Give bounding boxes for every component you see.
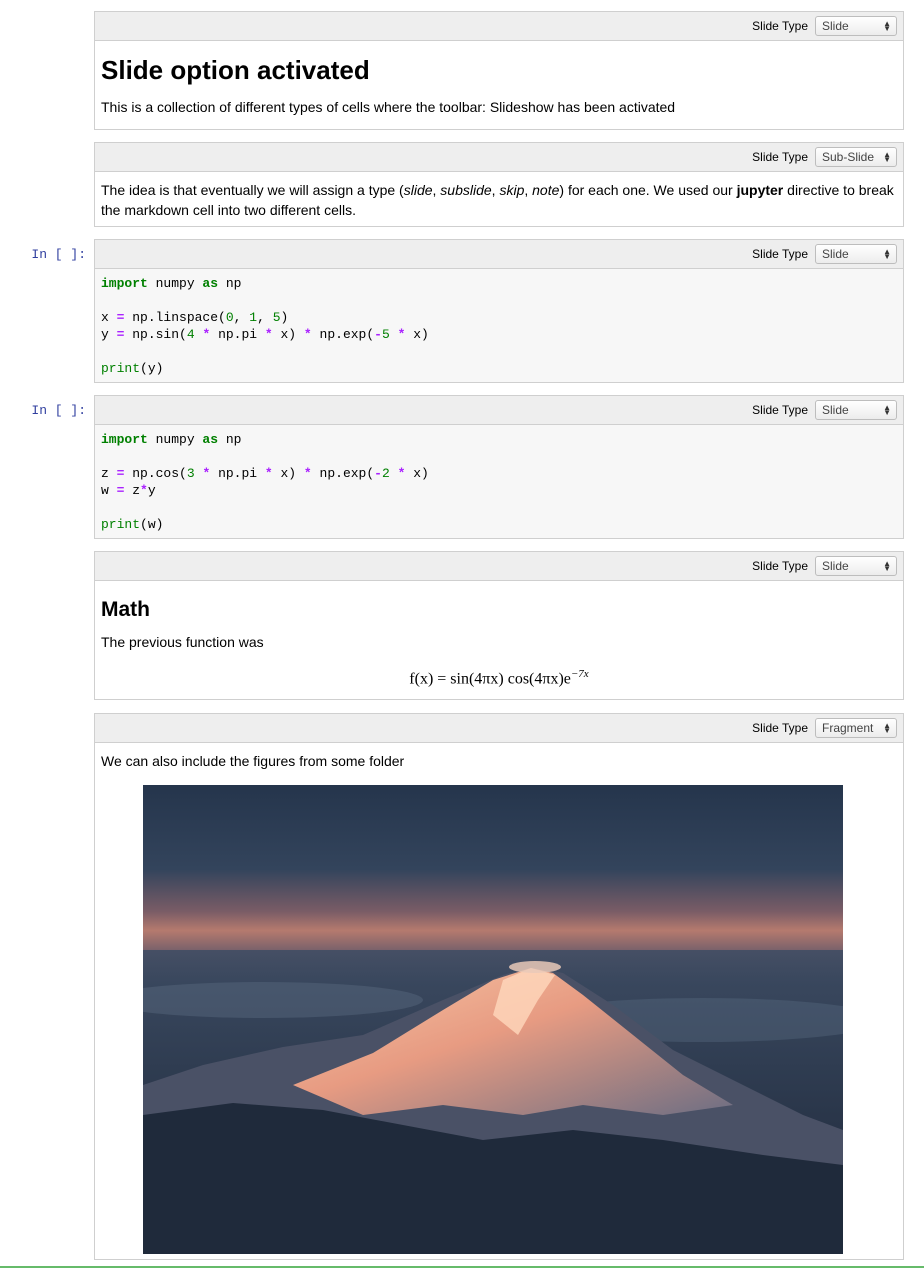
slide-type-value: Slide <box>822 403 849 417</box>
slide-type-value: Slide <box>822 247 849 261</box>
celltoolbar: Slide Type Sub-Slide ▲ ▼ <box>95 143 903 172</box>
slide-type-label: Slide Type <box>752 247 808 261</box>
select-arrows-icon: ▲ ▼ <box>883 403 891 417</box>
slide-type-label: Slide Type <box>752 19 808 33</box>
slide-type-value: Slide <box>822 559 849 573</box>
celltoolbar: Slide Type Slide ▲ ▼ <box>95 240 903 269</box>
code-editor[interactable]: import numpy as np z = np.cos(3 * np.pi … <box>95 425 903 538</box>
slide-type-label: Slide Type <box>752 403 808 417</box>
select-arrows-icon: ▲ ▼ <box>883 559 891 573</box>
cell-heading: Slide option activated <box>101 55 370 85</box>
math-formula: f(x) = sin(4πx) cos(4πx)e−7x <box>409 668 589 688</box>
slide-type-select[interactable]: Slide ▲ ▼ <box>815 16 897 36</box>
celltoolbar: Slide Type Slide ▲ ▼ <box>95 12 903 41</box>
cell-text: This is a collection of different types … <box>101 99 676 115</box>
slide-type-select[interactable]: Fragment ▲ ▼ <box>815 718 897 738</box>
slide-type-select[interactable]: Slide ▲ ▼ <box>815 244 897 264</box>
slide-type-label: Slide Type <box>752 559 808 573</box>
select-arrows-icon: ▲ ▼ <box>883 721 891 735</box>
markdown-cell-2[interactable]: Slide Type Sub-Slide ▲ ▼ The idea is that… <box>94 142 904 227</box>
code-editor[interactable]: import numpy as np x = np.linspace(0, 1,… <box>95 269 903 382</box>
bottom-border <box>0 1266 924 1268</box>
celltoolbar: Slide Type Fragment ▲ ▼ <box>95 714 903 743</box>
slide-type-label: Slide Type <box>752 150 808 164</box>
slide-type-value: Slide <box>822 19 849 33</box>
code-cell-2[interactable]: Slide Type Slide ▲ ▼ import numpy as np z… <box>94 395 904 539</box>
celltoolbar: Slide Type Slide ▲ ▼ <box>95 396 903 425</box>
slide-type-label: Slide Type <box>752 721 808 735</box>
cell-text: The previous function was <box>101 634 264 650</box>
markdown-cell-4[interactable]: Slide Type Fragment ▲ ▼ We can also inclu… <box>94 713 904 1260</box>
slide-type-select[interactable]: Slide ▲ ▼ <box>815 400 897 420</box>
markdown-cell-1[interactable]: Slide Type Slide ▲ ▼ Slide option activat… <box>94 11 904 130</box>
input-prompt: In [ ]: <box>31 403 86 418</box>
cell-heading: Math <box>101 598 150 621</box>
slide-type-select[interactable]: Slide ▲ ▼ <box>815 556 897 576</box>
select-arrows-icon: ▲ ▼ <box>883 150 891 164</box>
input-prompt: In [ ]: <box>31 247 86 262</box>
mountain-photo <box>143 785 843 1254</box>
slide-type-select[interactable]: Sub-Slide ▲ ▼ <box>815 147 897 167</box>
celltoolbar: Slide Type Slide ▲ ▼ <box>95 552 903 581</box>
slide-type-value: Fragment <box>822 721 874 735</box>
cell-text: We can also include the figures from som… <box>101 753 405 769</box>
select-arrows-icon: ▲ ▼ <box>883 19 891 33</box>
slide-type-value: Sub-Slide <box>822 150 875 164</box>
code-cell-1[interactable]: Slide Type Slide ▲ ▼ import numpy as np x… <box>94 239 904 383</box>
cell-text: The idea is that eventually we will assi… <box>101 182 894 218</box>
select-arrows-icon: ▲ ▼ <box>883 247 891 261</box>
markdown-cell-3[interactable]: Slide Type Slide ▲ ▼ Math The previous fu… <box>94 551 904 700</box>
